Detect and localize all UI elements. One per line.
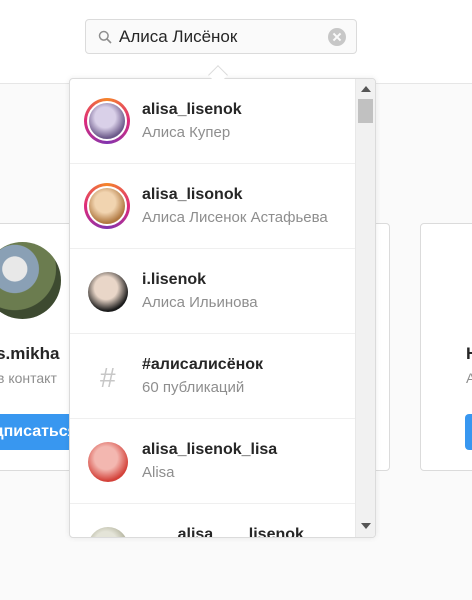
scroll-down-arrow-icon[interactable] <box>361 523 371 529</box>
result-fullname: Alisa <box>142 464 175 481</box>
search-input[interactable] <box>119 24 319 50</box>
search-result-item[interactable]: alisa_lisonok Алиса Лисенок Астафьева <box>70 164 356 249</box>
avatar <box>84 183 130 229</box>
card-username[interactable]: H <box>466 344 472 364</box>
hashtag-icon: # <box>100 362 116 393</box>
result-username: i.lisenok <box>142 271 207 288</box>
suggestion-card-right: H А <box>420 223 472 471</box>
card-username[interactable]: nis.mikha <box>0 344 59 364</box>
scrollbar[interactable] <box>355 79 375 537</box>
avatar <box>88 527 128 537</box>
search-result-item[interactable]: alisa_lisenok_lisa Alisa <box>70 419 356 504</box>
avatar[interactable] <box>0 242 61 319</box>
result-fullname: Алиса Лисенок Астафьева <box>142 209 328 226</box>
search-results-dropdown: alisa_lisenok Алиса Купер alisa_lisonok … <box>69 78 376 538</box>
avatar <box>88 442 128 482</box>
result-hashtag: #алисалисёнок <box>142 356 264 373</box>
result-username: alisa_lisenok <box>142 101 242 118</box>
follow-button[interactable] <box>465 414 472 450</box>
clear-search-icon[interactable] <box>328 28 346 46</box>
search-result-item[interactable]: i.lisenok Алиса Ильинова <box>70 249 356 334</box>
card-subtitle: в контакт <box>0 370 57 386</box>
search-icon <box>98 30 112 44</box>
avatar <box>84 98 130 144</box>
top-bar <box>0 0 472 84</box>
search-result-item[interactable]: ____alisa____lisenok <box>70 504 356 538</box>
results-list: alisa_lisenok Алиса Купер alisa_lisonok … <box>70 79 356 538</box>
search-result-hashtag[interactable]: # #алисалисёнок 60 публикаций <box>70 334 356 419</box>
result-fullname: Алиса Купер <box>142 124 231 141</box>
scroll-up-arrow-icon[interactable] <box>361 86 371 92</box>
result-username: alisa_lisenok_lisa <box>142 441 278 458</box>
suggestion-card-left: nis.mikha в контакт дписаться <box>0 223 80 471</box>
card-subtitle: А <box>466 370 472 386</box>
search-result-item[interactable]: alisa_lisenok Алиса Купер <box>70 79 356 164</box>
result-username: ____alisa____lisenok <box>142 526 304 538</box>
scrollbar-thumb[interactable] <box>358 99 373 123</box>
search-box[interactable] <box>85 19 357 54</box>
result-fullname: Алиса Ильинова <box>142 294 258 311</box>
follow-button[interactable]: дписаться <box>0 414 79 450</box>
avatar <box>88 272 128 312</box>
result-username: alisa_lisonok <box>142 186 243 203</box>
result-post-count: 60 публикаций <box>142 379 245 396</box>
